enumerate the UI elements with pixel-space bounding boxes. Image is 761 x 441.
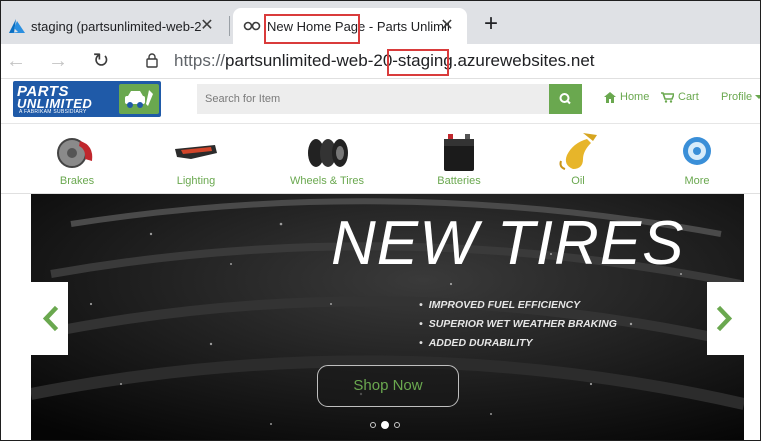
category-label: Batteries — [437, 175, 481, 187]
search-icon — [559, 93, 571, 105]
lighting-icon — [175, 145, 217, 159]
category-batteries[interactable]: Batteries — [409, 127, 509, 191]
back-button[interactable]: ← — [4, 49, 28, 73]
category-brakes[interactable]: Brakes — [27, 127, 127, 191]
profile-menu[interactable]: Profile — [721, 91, 760, 103]
category-label: Oil — [571, 175, 585, 187]
site-header: PARTS UNLIMITED A FABRIKAM SUBSIDIARY Se… — [1, 79, 760, 124]
tires-icon — [308, 139, 348, 167]
battery-icon — [444, 134, 474, 171]
category-lighting[interactable]: Lighting — [146, 127, 246, 191]
parts-unlimited-logo[interactable]: PARTS UNLIMITED A FABRIKAM SUBSIDIARY — [13, 81, 161, 117]
search-input[interactable] — [197, 84, 549, 114]
category-wheels-tires[interactable]: Wheels & Tires — [277, 127, 377, 191]
category-label: Brakes — [59, 175, 95, 187]
forward-button[interactable]: → — [46, 49, 70, 73]
carousel-dot-1[interactable] — [370, 422, 376, 428]
brakes-icon — [57, 138, 93, 168]
address-bar-row: ← → ↻ https://partsunlimited-web-20-stag… — [1, 44, 760, 79]
hero-carousel: NEW TIRES IMPROVED FUEL EFFICIENCY SUPER… — [31, 194, 744, 440]
shop-now-button[interactable]: Shop Now — [317, 365, 459, 407]
category-more[interactable]: More — [647, 127, 747, 191]
tab-staging[interactable]: staging (partsunlimited-web-20/ ✕ — [1, 8, 227, 44]
home-link[interactable]: Home — [604, 91, 649, 103]
lock-icon[interactable] — [146, 53, 158, 68]
url-text[interactable]: https://partsunlimited-web-20-staging.az… — [174, 51, 595, 71]
car-wrench-icon — [119, 84, 159, 114]
title-highlight-box — [264, 14, 360, 44]
carousel-dot-2[interactable] — [381, 421, 389, 429]
search-box — [197, 84, 582, 114]
home-icon — [604, 91, 616, 103]
browser-window: staging (partsunlimited-web-20/ ✕ New Ho… — [0, 0, 761, 441]
devtools-connection-icon — [243, 21, 261, 31]
close-tab-icon[interactable]: ✕ — [437, 16, 457, 36]
url-scheme: https:// — [174, 51, 226, 70]
category-bar: Brakes Lighting Wheels & Tires Batteries… — [1, 124, 760, 194]
home-label: Home — [620, 91, 650, 103]
category-oil[interactable]: Oil — [528, 127, 628, 191]
tab-title: staging (partsunlimited-web-20/ — [31, 18, 201, 34]
hero-title: NEW TIRES — [331, 209, 685, 278]
staging-highlight-box — [387, 49, 449, 76]
category-label: More — [684, 175, 710, 187]
chevron-right-icon — [716, 305, 733, 332]
hero-feature: SUPERIOR WET WEATHER BRAKING — [419, 315, 617, 334]
azure-icon — [9, 19, 25, 33]
profile-label: Profile — [721, 91, 753, 103]
carousel-dot-3[interactable] — [394, 422, 400, 428]
hero-feature-list: IMPROVED FUEL EFFICIENCY SUPERIOR WET WE… — [419, 296, 617, 353]
more-icon — [683, 137, 711, 165]
cart-label: Cart — [678, 91, 699, 103]
chevron-left-icon — [42, 305, 59, 332]
category-label: Wheels & Tires — [290, 175, 364, 187]
cart-link[interactable]: Cart — [661, 91, 699, 103]
close-tab-icon[interactable]: ✕ — [197, 16, 217, 36]
logo-subtitle: A FABRIKAM SUBSIDIARY — [19, 109, 87, 115]
tab-strip: staging (partsunlimited-web-20/ ✕ New Ho… — [1, 1, 760, 44]
carousel-indicators — [370, 421, 400, 429]
carousel-next-button[interactable] — [707, 282, 744, 355]
new-tab-button[interactable]: + — [477, 11, 505, 39]
cart-icon — [661, 91, 674, 103]
oil-icon — [559, 133, 597, 170]
hero-feature: ADDED DURABILITY — [419, 334, 617, 353]
reload-button[interactable]: ↻ — [89, 49, 113, 73]
hero-feature: IMPROVED FUEL EFFICIENCY — [419, 296, 617, 315]
category-label: Lighting — [176, 175, 216, 187]
caret-down-icon — [755, 95, 760, 99]
tab-divider — [229, 16, 230, 36]
carousel-prev-button[interactable] — [31, 282, 68, 355]
search-button[interactable] — [549, 84, 582, 114]
